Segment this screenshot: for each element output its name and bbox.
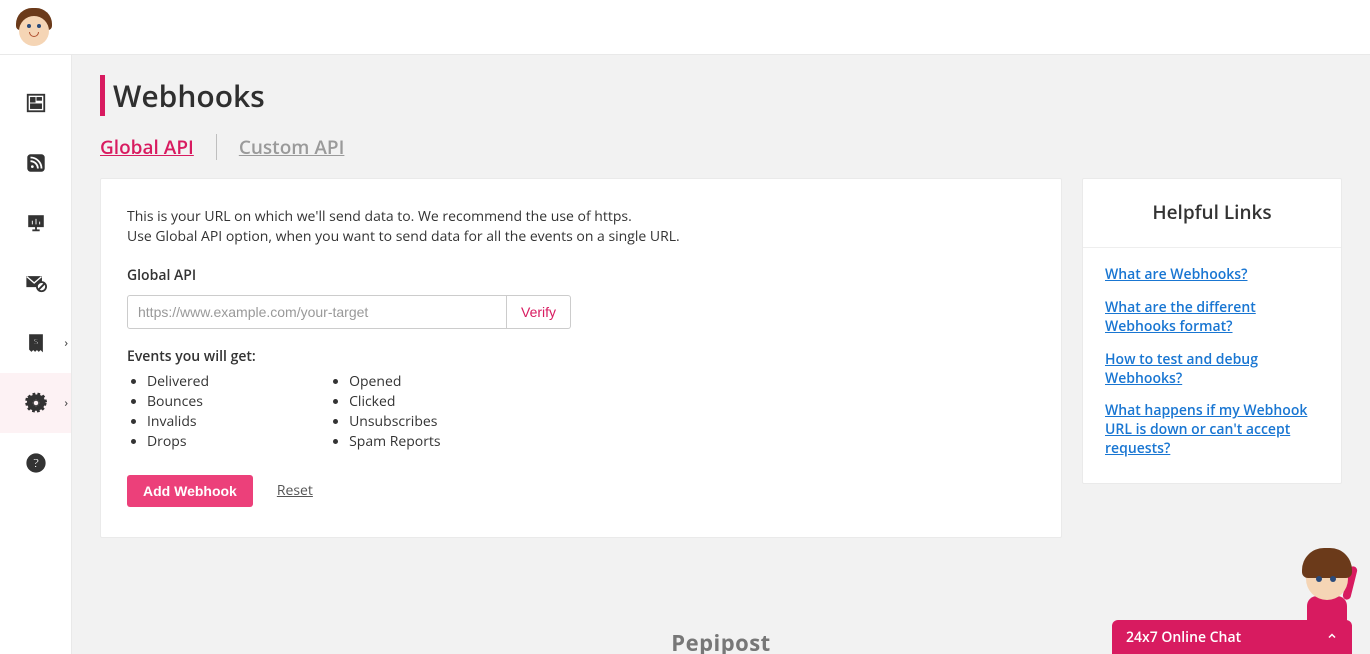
- help-link[interactable]: What happens if my Webhook URL is down o…: [1105, 402, 1319, 459]
- sidebar-item-settings[interactable]: ››: [0, 373, 71, 433]
- rss-icon: [25, 152, 47, 174]
- mail-block-icon: [25, 272, 47, 294]
- event-item: Clicked: [349, 392, 441, 412]
- sidebar-item-suppression[interactable]: [0, 253, 71, 313]
- event-item: Bounces: [147, 392, 209, 412]
- event-item: Invalids: [147, 412, 209, 432]
- event-item: Opened: [349, 372, 441, 392]
- tab-global-api[interactable]: Global API: [100, 134, 194, 160]
- sidebar-item-billing[interactable]: $ ››: [0, 313, 71, 373]
- billing-icon: $: [25, 332, 47, 354]
- helpful-links-title: Helpful Links: [1083, 179, 1341, 248]
- event-item: Delivered: [147, 372, 209, 392]
- help-link[interactable]: How to test and debug Webhooks?: [1105, 351, 1319, 389]
- tab-custom-api[interactable]: Custom API: [239, 134, 345, 160]
- events-label: Events you will get:: [127, 347, 1035, 366]
- sidebar-item-analytics[interactable]: [0, 193, 71, 253]
- events-list: Delivered Bounces Invalids Drops Opened …: [127, 372, 1035, 453]
- desc-line-2: Use Global API option, when you want to …: [127, 227, 680, 246]
- sidebar: $ ›› ›› ?: [0, 55, 72, 654]
- page-title: Webhooks: [100, 75, 1342, 116]
- topbar: [0, 0, 1370, 55]
- chevron-right-icon: ››: [64, 336, 65, 351]
- chat-label: 24x7 Online Chat: [1126, 628, 1241, 647]
- brand-mascot-icon[interactable]: [15, 8, 53, 46]
- reset-link[interactable]: Reset: [277, 481, 313, 500]
- gear-icon: [25, 392, 47, 414]
- event-item: Drops: [147, 432, 209, 452]
- presentation-icon: [25, 212, 47, 234]
- chat-mascot-icon: [1292, 548, 1362, 628]
- event-item: Spam Reports: [349, 432, 441, 452]
- chevron-up-icon: [1326, 628, 1338, 647]
- sidebar-item-dashboard[interactable]: [0, 73, 71, 133]
- helpful-links-panel: Helpful Links What are Webhooks? What ar…: [1082, 178, 1342, 484]
- sidebar-item-help[interactable]: ?: [0, 433, 71, 493]
- event-item: Unsubscribes: [349, 412, 441, 432]
- dashboard-icon: [25, 92, 47, 114]
- verify-button[interactable]: Verify: [507, 295, 571, 329]
- global-api-panel: This is your URL on which we'll send dat…: [100, 178, 1062, 538]
- help-icon: ?: [25, 452, 47, 474]
- global-api-label: Global API: [127, 266, 1035, 285]
- desc-line-1: This is your URL on which we'll send dat…: [127, 207, 632, 226]
- chat-widget: 24x7 Online Chat: [1112, 620, 1352, 654]
- webhook-url-input[interactable]: [127, 295, 507, 329]
- description: This is your URL on which we'll send dat…: [127, 207, 1035, 248]
- tabs: Global API Custom API: [100, 134, 1342, 160]
- help-link[interactable]: What are Webhooks?: [1105, 266, 1319, 285]
- tab-separator: [216, 134, 217, 160]
- add-webhook-button[interactable]: Add Webhook: [127, 475, 253, 507]
- content-area: Webhooks Global API Custom API This is y…: [72, 55, 1370, 654]
- svg-text:?: ?: [32, 454, 38, 472]
- sidebar-item-feed[interactable]: [0, 133, 71, 193]
- chevron-right-icon: ››: [64, 396, 65, 411]
- svg-text:$: $: [33, 335, 38, 348]
- help-link[interactable]: What are the different Webhooks format?: [1105, 299, 1319, 337]
